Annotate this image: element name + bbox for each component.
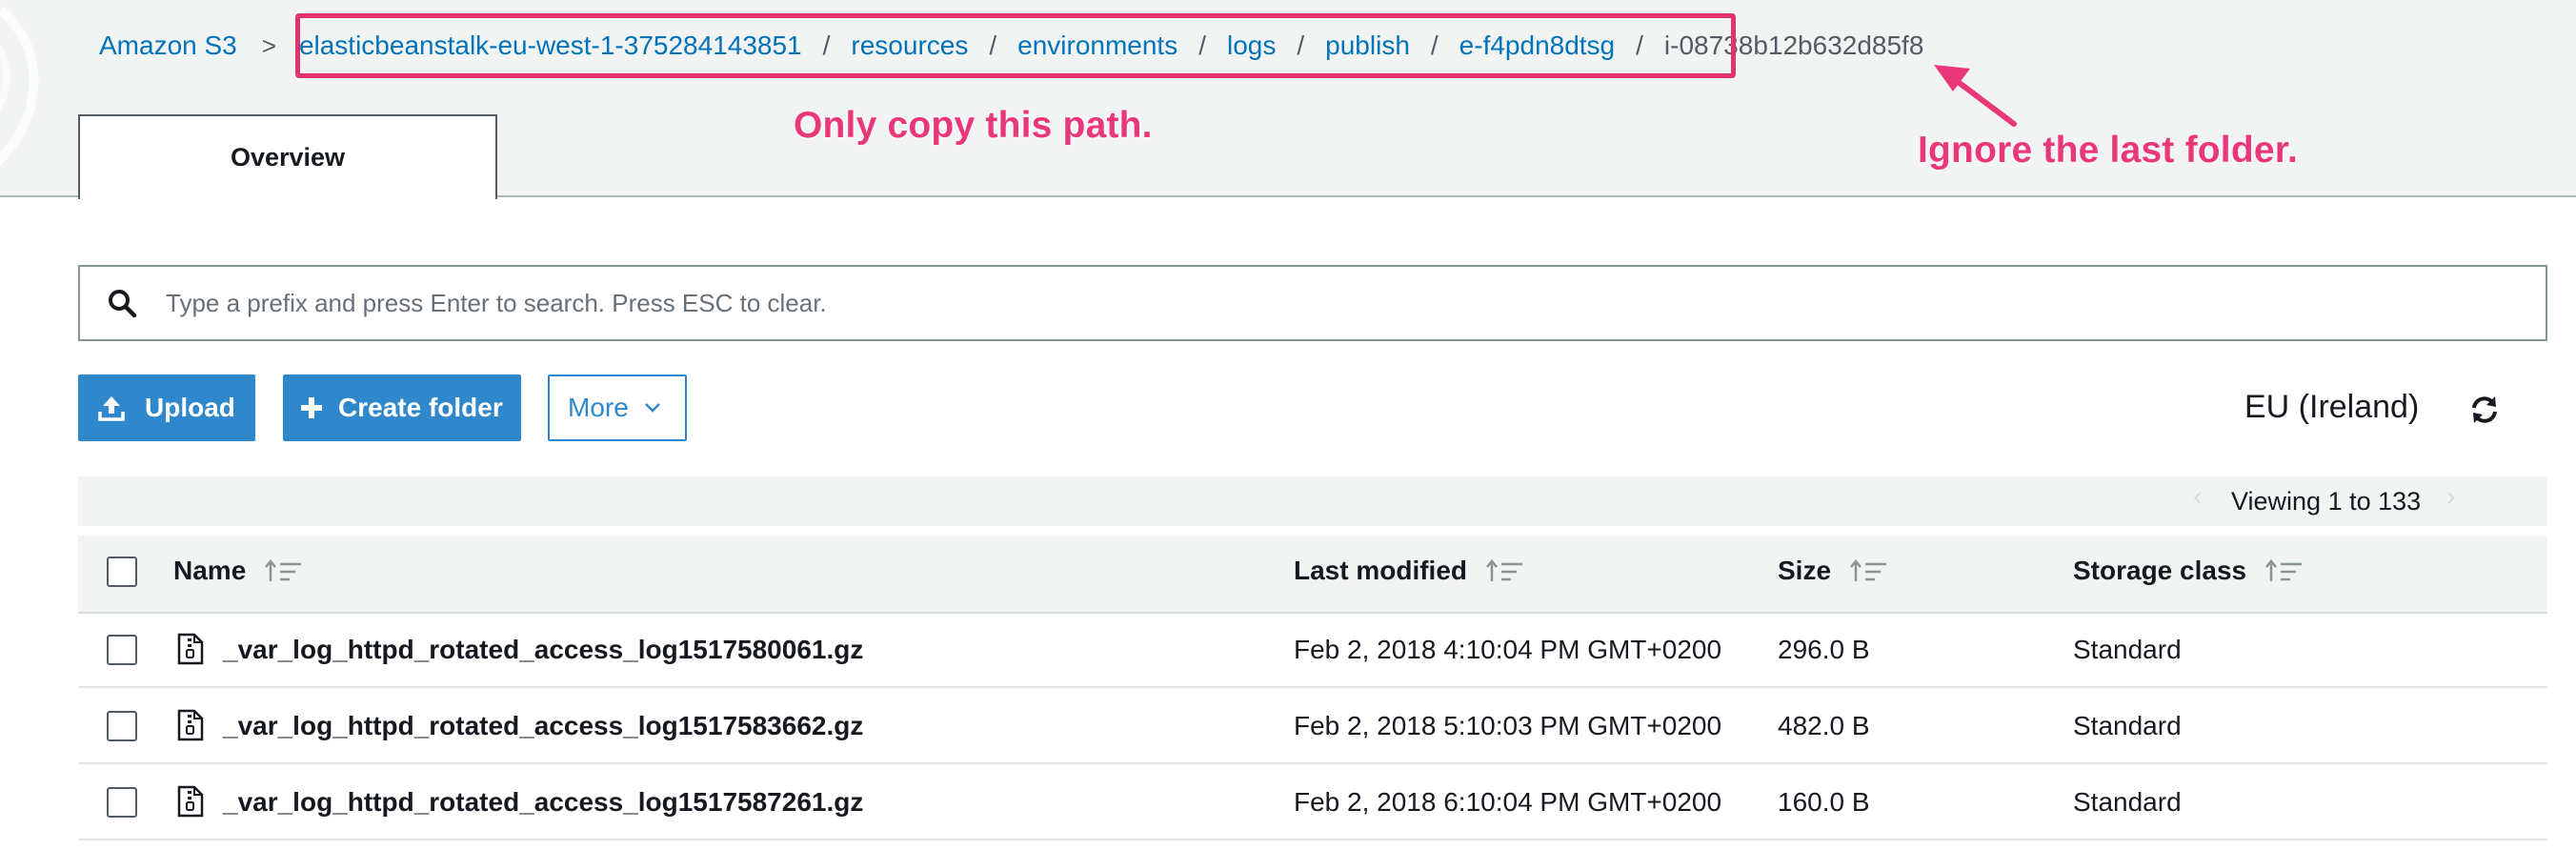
breadcrumb-current-folder: i-08738b12b632d85f8: [1663, 30, 1924, 60]
breadcrumb-separator: /: [822, 30, 831, 60]
column-header-label: Name: [173, 556, 247, 585]
breadcrumb-resources-link[interactable]: resources: [851, 30, 968, 61]
column-header-size[interactable]: Size: [1778, 556, 1888, 586]
last-modified-cell: Feb 2, 2018 5:10:03 PM GMT+0200: [1294, 711, 1722, 740]
breadcrumb-separator: /: [1430, 30, 1439, 60]
sort-icon: [1850, 559, 1887, 581]
archive-file-icon: [177, 785, 204, 818]
column-header-label: Storage class: [2073, 556, 2247, 585]
upload-button[interactable]: Upload: [78, 374, 255, 441]
breadcrumb-separator: /: [989, 30, 997, 60]
size-cell: 482.0 B: [1778, 711, 1870, 740]
column-header-storage-class[interactable]: Storage class: [2073, 556, 2304, 586]
search-input[interactable]: [166, 267, 2546, 339]
file-name-link[interactable]: _var_log_httpd_rotated_access_log1517580…: [223, 635, 863, 665]
row-divider: [78, 839, 2547, 840]
breadcrumb: Amazon S3 > elasticbeanstalk-eu-west-1-3…: [99, 29, 1923, 63]
sort-icon: [2265, 559, 2303, 581]
region-label: EU (Ireland): [2244, 389, 2420, 425]
tab-overview[interactable]: Overview: [78, 114, 497, 199]
refresh-icon[interactable]: [2469, 395, 2500, 425]
next-page-button[interactable]: ›: [2446, 481, 2455, 512]
upload-button-label: Upload: [145, 393, 235, 422]
column-header-last-modified[interactable]: Last modified: [1294, 556, 1524, 586]
row-divider: [78, 762, 2547, 764]
breadcrumb-separator: /: [1297, 30, 1305, 60]
sort-icon: [1486, 559, 1523, 581]
select-all-checkbox[interactable]: [107, 557, 137, 587]
row-checkbox[interactable]: [107, 787, 137, 818]
sort-icon: [265, 559, 302, 581]
row-checkbox[interactable]: [107, 635, 137, 665]
chevron-down-icon: [644, 403, 660, 413]
storage-class-cell: Standard: [2073, 711, 2182, 740]
archive-file-icon: [177, 709, 204, 741]
last-modified-cell: Feb 2, 2018 6:10:04 PM GMT+0200: [1294, 787, 1722, 817]
archive-file-icon: [177, 633, 204, 665]
breadcrumb-bucket-link[interactable]: elasticbeanstalk-eu-west-1-375284143851: [299, 30, 802, 61]
row-divider: [78, 686, 2547, 688]
breadcrumb-separator: /: [1198, 30, 1206, 60]
search-icon: [109, 290, 137, 318]
breadcrumb-publish-link[interactable]: publish: [1325, 30, 1410, 61]
file-name-link[interactable]: _var_log_httpd_rotated_access_log1517583…: [223, 711, 863, 741]
more-button-label: More: [568, 393, 629, 422]
annotation-arrow-icon: [1934, 65, 2017, 127]
search-box: [78, 265, 2547, 341]
pagination-bar: [78, 476, 2547, 526]
column-header-label: Last modified: [1294, 556, 1468, 585]
storage-class-cell: Standard: [2073, 787, 2182, 817]
last-modified-cell: Feb 2, 2018 4:10:04 PM GMT+0200: [1294, 635, 1722, 664]
breadcrumb-separator: /: [1636, 30, 1643, 60]
size-cell: 160.0 B: [1778, 787, 1870, 817]
file-name-link[interactable]: _var_log_httpd_rotated_access_log1517587…: [223, 787, 863, 818]
previous-page-button[interactable]: ‹: [2193, 481, 2202, 512]
more-button[interactable]: More: [548, 374, 687, 441]
annotation-ignore-last-folder: Ignore the last folder.: [1918, 130, 2298, 171]
annotation-copy-path: Only copy this path.: [794, 105, 1153, 146]
column-header-name[interactable]: Name: [173, 556, 303, 586]
upload-icon: [98, 396, 125, 421]
storage-class-cell: Standard: [2073, 635, 2182, 664]
breadcrumb-chevron: >: [261, 30, 276, 60]
breadcrumb-logs-link[interactable]: logs: [1227, 30, 1276, 61]
row-checkbox[interactable]: [107, 711, 137, 741]
pagination-status: Viewing 1 to 133: [2231, 487, 2422, 516]
plus-icon: [301, 397, 322, 418]
create-folder-button-label: Create folder: [338, 393, 503, 422]
breadcrumb-environment-link[interactable]: e-f4pdn8dtsg: [1459, 30, 1615, 61]
create-folder-button[interactable]: Create folder: [283, 374, 521, 441]
size-cell: 296.0 B: [1778, 635, 1870, 664]
breadcrumb-environments-link[interactable]: environments: [1017, 30, 1177, 61]
column-header-label: Size: [1778, 556, 1832, 585]
breadcrumb-root-link[interactable]: Amazon S3: [99, 30, 237, 61]
